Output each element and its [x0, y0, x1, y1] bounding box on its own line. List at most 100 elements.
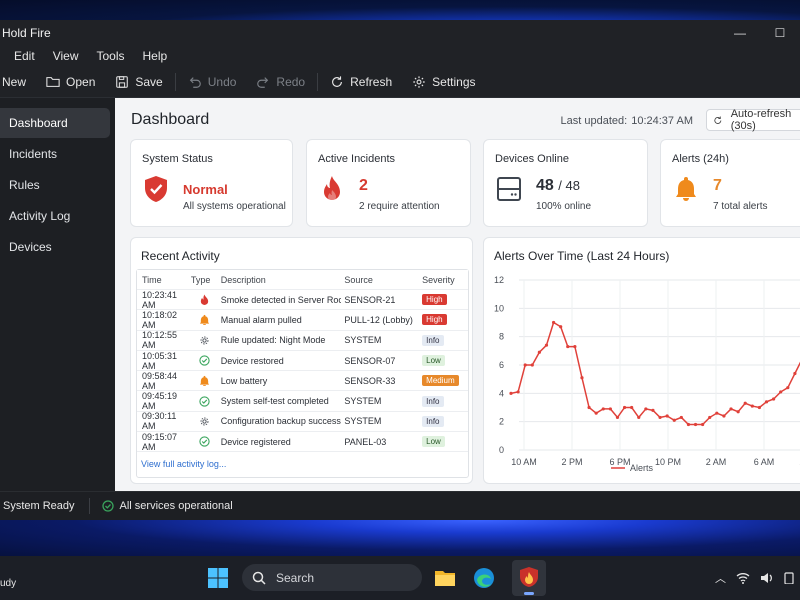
sidebar-item-dashboard[interactable]: Dashboard [0, 108, 110, 138]
battery-icon[interactable] [784, 572, 794, 584]
data-point [523, 363, 527, 367]
windows-start-icon[interactable] [208, 568, 228, 588]
system-tray: ︿ [715, 570, 794, 586]
data-point [764, 400, 769, 404]
cell-source: SENSOR-33 [344, 375, 396, 386]
toolbar-divider [174, 72, 176, 91]
data-point [544, 343, 549, 347]
devices-online-values: 48 / 48 [536, 177, 580, 195]
holdfire-app-icon [520, 567, 538, 587]
open-label: Open [66, 74, 96, 89]
redo-label: Redo [276, 74, 306, 89]
active-incidents-value: 2 [359, 177, 368, 194]
last-updated: Last updated: 10:24:37 AM [561, 115, 693, 127]
card-title: Active Incidents [318, 153, 396, 165]
data-point [715, 411, 719, 415]
table-row[interactable]: 10:18:02 AM Manual alarm pulled PULL-12 (L… [137, 310, 468, 331]
data-point [566, 344, 570, 349]
data-point [701, 422, 705, 427]
undo-button[interactable]: Undo [178, 66, 247, 97]
open-button[interactable]: Open [36, 66, 105, 97]
edge-browser-icon[interactable] [472, 566, 496, 590]
alerts-24h-value: 7 [713, 177, 722, 194]
data-point [637, 415, 641, 420]
taskbar-app-holdfire[interactable] [512, 560, 546, 596]
severity-badge: High [422, 314, 447, 326]
card-title: System Status [142, 153, 213, 165]
x-tick-label: 2 AM [706, 457, 727, 467]
table-row[interactable]: 09:15:07 AM Device registered PANEL-03 Low [137, 432, 468, 453]
menu-edit[interactable]: Edit [0, 49, 44, 63]
folder-icon [46, 76, 60, 87]
file-explorer-icon[interactable] [433, 566, 457, 590]
cell-severity: Info [420, 395, 468, 407]
data-point [779, 390, 783, 394]
fire-icon [191, 294, 218, 306]
severity-badge: Low [422, 355, 445, 367]
data-point [686, 422, 691, 427]
taskbar-weather-text[interactable]: udy [0, 578, 16, 589]
redo-button[interactable]: Redo [246, 66, 315, 97]
refresh-button[interactable]: Refresh [320, 66, 402, 97]
table-row[interactable]: 09:30:11 AM Configuration backup successf… [137, 411, 468, 433]
menu-tools[interactable]: Tools [87, 49, 133, 63]
sidebar-item-activity-log[interactable]: Activity Log [0, 201, 110, 231]
settings-button[interactable]: Settings [402, 66, 485, 97]
cell-severity: Low [420, 355, 468, 367]
cell-source: SENSOR-21 [344, 294, 396, 305]
data-point [772, 397, 776, 401]
table-row[interactable]: 10:05:31 AM Device restored SENSOR-07 Low [137, 351, 468, 372]
cell-description: Manual alarm pulled [220, 314, 302, 325]
col-description[interactable]: Description [218, 275, 342, 285]
minimize-button[interactable]: — [720, 20, 760, 46]
table-row[interactable]: 09:58:44 AM Low battery SENSOR-33 Medium [137, 371, 468, 392]
new-button[interactable]: New [0, 66, 36, 97]
col-source[interactable]: Source [341, 275, 420, 285]
menu-view[interactable]: View [44, 49, 88, 63]
col-time[interactable]: Time [137, 275, 191, 285]
save-button[interactable]: Save [105, 66, 172, 97]
activity-table: Time Type Description Source Severity 10… [136, 269, 469, 478]
table-row[interactable]: 10:12:55 AM Rule updated: Night Mode SYSTE… [137, 330, 468, 351]
auto-refresh-label: Auto-refresh (30s) [730, 108, 792, 132]
data-point [615, 415, 620, 420]
col-type[interactable]: Type [191, 275, 218, 285]
sidebar-item-rules[interactable]: Rules [0, 170, 110, 200]
toolbar-divider [317, 72, 319, 91]
table-row[interactable]: 10:23:41 AM Smoke detected in Server Room… [137, 290, 468, 311]
col-severity[interactable]: Severity [420, 275, 468, 285]
save-label: Save [135, 74, 163, 89]
gear-icon [191, 416, 218, 427]
data-point [644, 407, 648, 411]
wifi-icon[interactable] [736, 572, 750, 584]
undo-icon [189, 76, 201, 88]
volume-icon[interactable] [760, 572, 774, 584]
view-full-log-link[interactable]: View full activity log... [141, 459, 226, 469]
sidebar-item-incidents[interactable]: Incidents [0, 139, 110, 169]
severity-badge: Info [422, 415, 444, 427]
cell-source: SYSTEM [344, 335, 382, 346]
refresh-icon [332, 75, 343, 87]
save-icon [116, 75, 129, 88]
cell-source: SENSOR-07 [344, 355, 396, 366]
auto-refresh-button[interactable]: Auto-refresh (30s) [706, 108, 800, 132]
chevron-up-icon[interactable]: ︿ [715, 570, 726, 586]
x-tick-label: 10 PM [655, 457, 681, 467]
refresh-label: Refresh [350, 74, 393, 89]
bell-icon [191, 314, 218, 326]
alerts-chart-panel: Alerts Over Time (Last 24 Hours) 0 2 4 6 8 10… [483, 237, 800, 484]
desktop-wallpaper [0, 0, 800, 20]
table-row[interactable]: 09:45:19 AM System self-test completed SYS… [137, 391, 468, 412]
cell-description: System self-test completed [220, 396, 329, 407]
sidebar: Dashboard Incidents Rules Activity Log D… [0, 98, 115, 491]
check-icon [191, 395, 218, 407]
undo-label: Undo [207, 74, 237, 89]
status-ready: System Ready [3, 500, 75, 512]
sidebar-item-devices[interactable]: Devices [0, 232, 110, 262]
severity-badge: Info [422, 334, 444, 346]
data-point [736, 410, 740, 414]
maximize-button[interactable]: ☐ [760, 20, 800, 46]
taskbar-search[interactable]: Search [242, 564, 422, 591]
menu-help[interactable]: Help [134, 49, 177, 63]
system-status-value: Normal [183, 182, 228, 197]
